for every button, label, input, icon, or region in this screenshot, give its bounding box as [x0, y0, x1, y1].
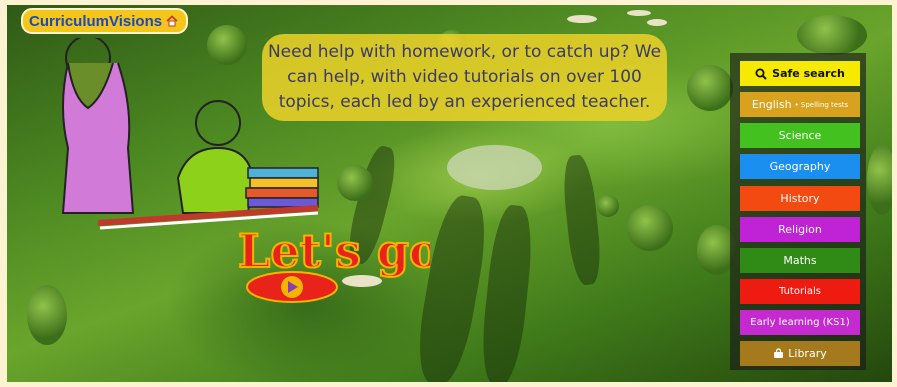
geography-button[interactable]: Geography	[740, 154, 860, 179]
bag-icon	[774, 348, 784, 358]
search-icon	[755, 68, 767, 80]
tree	[867, 145, 892, 215]
tutorials-button[interactable]: Tutorials	[740, 279, 860, 304]
tree-shadow	[477, 203, 537, 382]
curriculum-visions-logo[interactable]: CurriculumVisions	[21, 8, 189, 34]
religion-label: Religion	[778, 223, 822, 236]
early-learning-button[interactable]: Early learning (KS1)	[740, 310, 860, 335]
banner-text: Need help with homework, or to catch up?…	[267, 42, 662, 112]
lets-go-text: Let's go	[238, 224, 430, 278]
religion-button[interactable]: Religion	[740, 217, 860, 242]
tree	[687, 65, 733, 111]
bunker	[627, 10, 651, 16]
tree	[627, 205, 673, 251]
geography-label: Geography	[769, 160, 831, 173]
tree	[797, 15, 867, 55]
tree	[597, 195, 619, 217]
maths-button[interactable]: Maths	[740, 248, 860, 273]
science-label: Science	[778, 129, 822, 142]
subject-nav: Safe search English • Spelling tests Sci…	[730, 53, 866, 370]
bunker	[567, 15, 597, 23]
safe-search-label: Safe search	[772, 67, 845, 80]
water-feature	[447, 145, 542, 190]
lets-go-button[interactable]: Let's go	[230, 212, 430, 307]
english-button[interactable]: English • Spelling tests	[740, 92, 860, 117]
tree-shadow	[560, 153, 604, 287]
english-label: English	[751, 98, 792, 111]
maths-label: Maths	[783, 254, 817, 267]
science-button[interactable]: Science	[740, 123, 860, 148]
help-banner: Need help with homework, or to catch up?…	[262, 34, 667, 121]
tutorials-label: Tutorials	[779, 286, 821, 297]
history-label: History	[780, 192, 820, 205]
tree	[27, 285, 67, 345]
bunker	[647, 19, 667, 26]
safe-search-button[interactable]: Safe search	[740, 61, 860, 86]
tree	[337, 165, 373, 201]
logo-text: CurriculumVisions	[29, 12, 163, 30]
library-label: Library	[788, 347, 827, 360]
history-button[interactable]: History	[740, 186, 860, 211]
house-icon	[166, 15, 178, 27]
library-button[interactable]: Library	[740, 341, 860, 366]
early-learning-label: Early learning (KS1)	[750, 317, 850, 328]
spelling-tests-label: • Spelling tests	[794, 100, 849, 109]
